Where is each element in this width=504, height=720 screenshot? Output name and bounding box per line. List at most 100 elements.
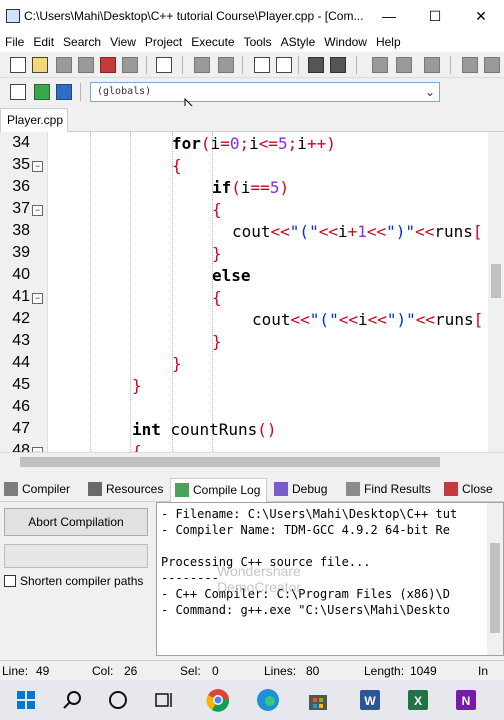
status-bar: Line: 49 Col: 26 Sel: 0 Lines: 80 Length… [0,660,504,680]
add-to-project-icon[interactable] [34,84,50,100]
tab-debug[interactable]: Debug [270,478,333,502]
indent-guide [90,132,91,452]
replace-icon[interactable] [276,57,292,73]
watermark-line: DemoCreator [217,579,302,595]
menu-search[interactable]: Search [63,35,101,49]
save-icon[interactable] [56,57,72,73]
grid-icon[interactable] [462,57,478,73]
toolbar-divider [146,56,147,74]
code-token: == [250,178,270,197]
toolbar-divider [450,56,451,74]
line-number: 43 [12,332,30,349]
fold-toggle-icon[interactable]: − [32,205,43,216]
chrome-icon[interactable] [204,686,232,714]
indent-icon[interactable] [372,57,388,73]
excel-icon[interactable]: X [404,686,432,714]
maximize-button[interactable]: ☐ [412,0,458,32]
code-line: } [212,244,222,263]
onenote-icon[interactable]: N [452,686,480,714]
shorten-paths-checkbox[interactable] [4,575,16,587]
tab-compile-log[interactable]: Compile Log [170,478,268,502]
unindent-icon[interactable] [396,57,412,73]
code-line: { [132,442,142,452]
code-token: cout [252,310,291,329]
project-new-icon[interactable] [10,84,26,100]
line-number: 34 [12,134,30,151]
code-token: { [212,288,222,307]
title-bar: C:\Users\Mahi\Desktop\C++ tutorial Cours… [0,0,504,32]
code-token: if [212,178,232,197]
log-line: - Command: g++.exe "C:\Users\Mahi\Deskto [161,603,450,617]
abort-compilation-button[interactable]: Abort Compilation [4,508,148,536]
tab-compiler[interactable]: Compiler [0,478,76,502]
tab-resources[interactable]: Resources [84,478,169,502]
code-token: << [367,310,387,329]
menu-astyle[interactable]: AStyle [281,35,316,49]
comment-icon[interactable] [424,57,440,73]
log-scroll-thumb[interactable] [490,543,500,633]
menu-tools[interactable]: Tools [244,35,272,49]
file-tab-strip: Player.cpp [0,106,504,132]
indent-guide [130,132,131,452]
code-token: i [357,310,368,329]
close-window-button[interactable]: ✕ [458,0,504,32]
windows-start-icon[interactable] [12,686,40,714]
open-file-icon[interactable] [32,57,48,73]
editor-horizontal-scroll-thumb[interactable] [20,457,440,467]
tab-find-results[interactable]: Find Results [342,478,437,502]
undo-icon[interactable] [194,57,210,73]
find-icon[interactable] [254,57,270,73]
task-view-icon[interactable] [150,686,178,714]
print-icon[interactable] [156,57,172,73]
status-lines-value: 80 [306,664,320,678]
save-all-icon[interactable] [78,57,94,73]
toggle-bookmark-icon[interactable] [330,57,346,73]
goto-line-icon[interactable] [308,57,324,73]
code-token: 1 [357,222,367,241]
cortana-icon[interactable] [104,686,132,714]
close-all-icon[interactable] [122,57,138,73]
minimize-button[interactable]: — [366,0,412,32]
editor-vertical-scrollbar[interactable] [488,132,504,452]
status-col-value: 26 [124,664,138,678]
menu-window[interactable]: Window [324,35,367,49]
menu-help[interactable]: Help [376,35,401,49]
menu-edit[interactable]: Edit [33,35,54,49]
compile-log-output[interactable]: - Filename: C:\Users\Mahi\Desktop\C++ tu… [156,502,504,656]
layout-icon[interactable] [484,57,500,73]
line-number: 48 [12,442,30,452]
editor-horizontal-scrollbar[interactable] [0,452,504,470]
code-editor[interactable]: 34 for(i=0;i<=5;i++) 35−{36 if(i==5) 37−{38 c… [0,132,504,452]
code-token: "(" [289,222,319,241]
scope-selector[interactable]: (globals) ⌄ [90,82,440,102]
code-token: i [337,222,348,241]
word-icon[interactable]: W [356,686,384,714]
edge-icon[interactable] [254,686,282,714]
tab-close[interactable]: Close [440,478,499,502]
code-token: () [257,420,277,439]
new-file-icon[interactable] [10,57,26,73]
fold-toggle-icon[interactable]: − [32,161,43,172]
log-vertical-scrollbar[interactable] [487,503,503,655]
menu-execute[interactable]: Execute [191,35,234,49]
tab-label: Debug [292,482,328,496]
redo-icon[interactable] [218,57,234,73]
menu-project[interactable]: Project [145,35,182,49]
file-tab-player-cpp[interactable]: Player.cpp [0,108,68,132]
store-icon[interactable] [304,686,332,714]
windows-taskbar: W X N [0,680,504,720]
compiler-icon [4,482,18,496]
code-token: else [212,266,251,285]
shorten-paths-option[interactable]: Shorten compiler paths [4,574,143,588]
close-file-icon[interactable] [100,57,116,73]
project-options-icon[interactable] [56,84,72,100]
log-line: - Compiler Name: TDM-GCC 4.9.2 64-bit Re [161,523,450,537]
menu-view[interactable]: View [110,35,136,49]
line-number: 35 [12,156,30,173]
fold-toggle-icon[interactable]: − [32,293,43,304]
menu-file[interactable]: File [5,35,24,49]
watermark: Wondershare DemoCreator [217,563,301,595]
code-line: else [212,266,251,285]
editor-vertical-scroll-thumb[interactable] [491,264,501,298]
search-icon[interactable] [58,686,86,714]
